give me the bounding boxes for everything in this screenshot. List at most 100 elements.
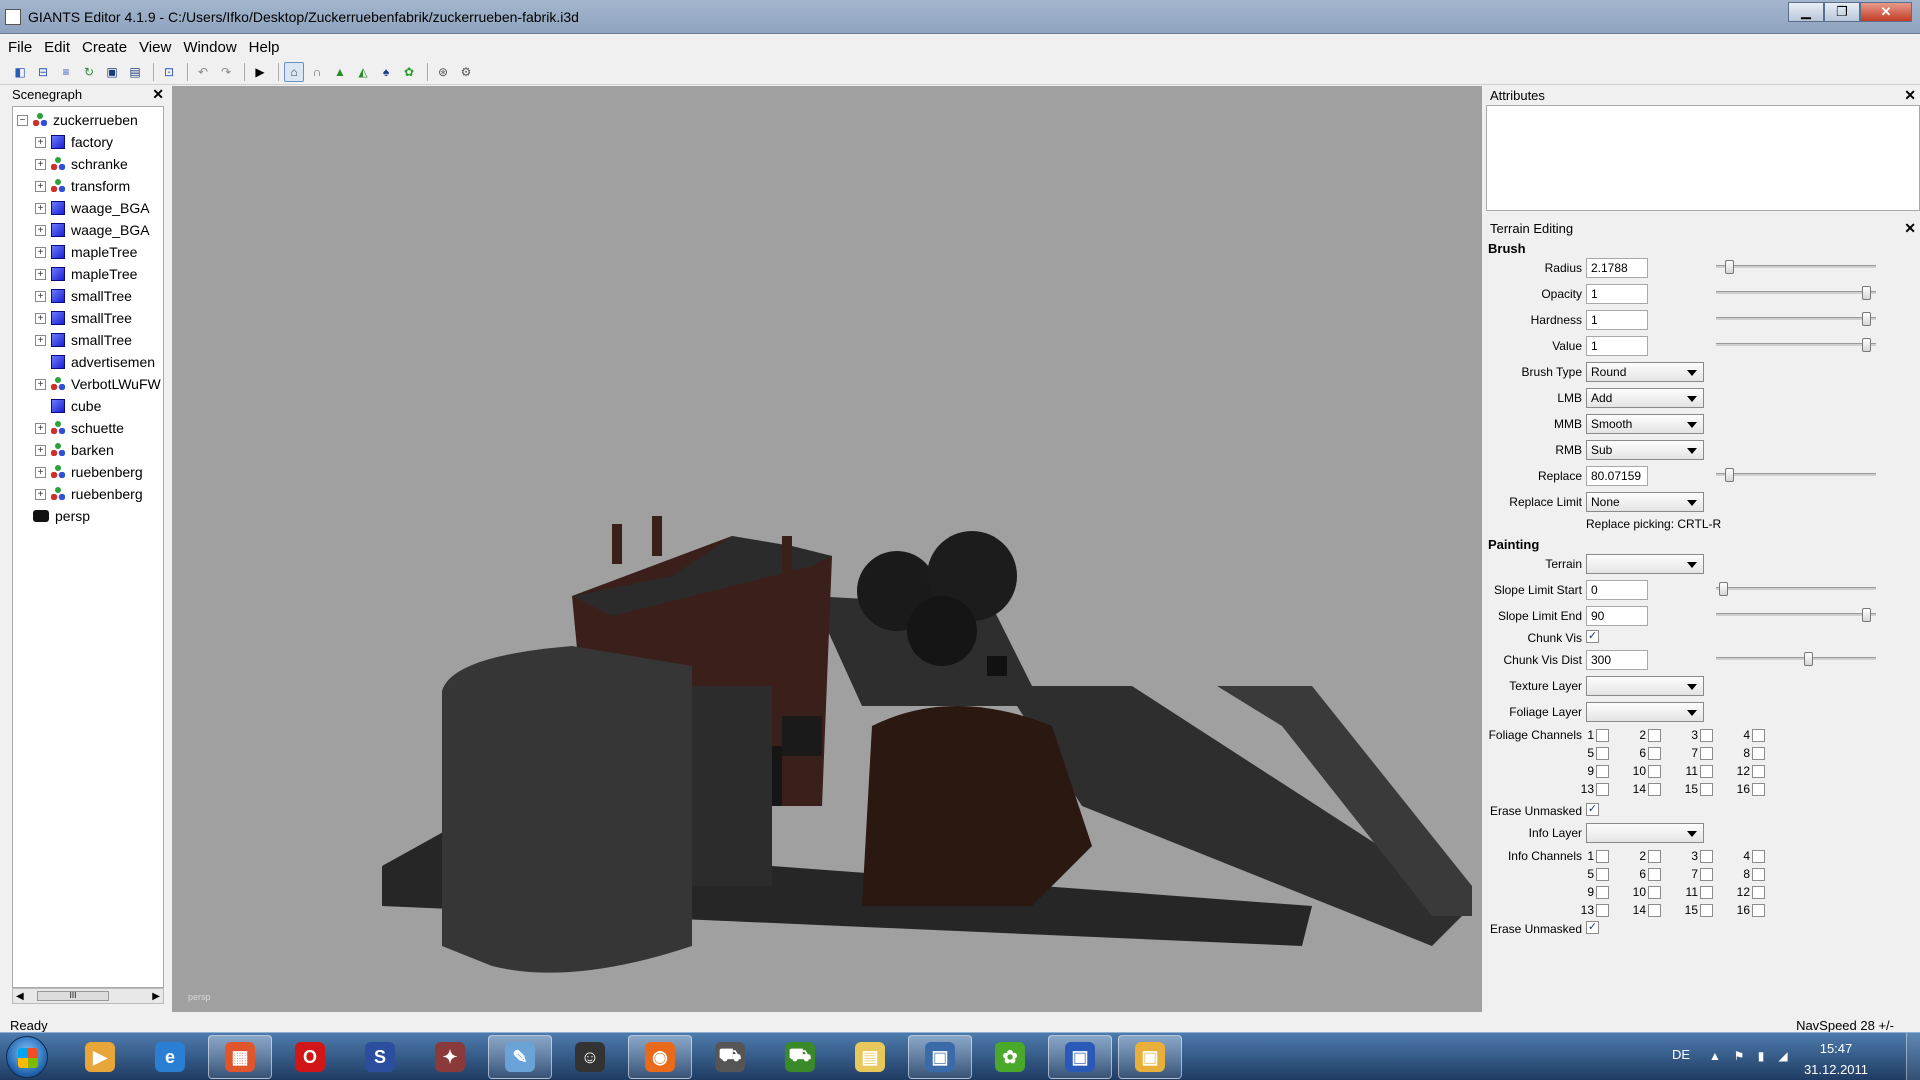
expand-icon[interactable]: + [35,180,46,192]
power-icon[interactable]: ▮ [1754,1049,1768,1063]
tree-item[interactable]: + schuette [35,417,124,439]
taskbar-app-button[interactable]: ▣ [908,1035,972,1079]
expand-icon[interactable]: + [35,488,46,500]
expand-icon[interactable]: + [35,334,46,346]
new-icon[interactable]: ◧ [10,62,30,82]
channel-checkbox[interactable] [1596,904,1609,917]
horizontal-scrollbar[interactable]: ◀ III ▶ [12,988,164,1004]
menu-window[interactable]: Window [183,39,236,56]
channel-checkbox[interactable] [1752,729,1765,742]
import-icon[interactable]: ≡ [56,62,76,82]
action-center-flag-icon[interactable]: ⚑ [1732,1049,1746,1063]
channel-checkbox[interactable] [1596,765,1609,778]
tree-item[interactable]: + waage_BGA [35,219,150,241]
scroll-thumb[interactable]: III [37,991,109,1001]
tree-item[interactable]: + transform [35,175,130,197]
tree-item[interactable]: + smallTree [35,307,132,329]
channel-checkbox[interactable] [1648,783,1661,796]
channel-checkbox[interactable] [1648,747,1661,760]
terrain-sculpt-icon[interactable]: ▲ [330,62,350,82]
reload-icon[interactable]: ↻ [79,62,99,82]
move-mode-icon[interactable]: ∩ [307,62,327,82]
taskbar-app-button[interactable]: ▣ [1118,1035,1182,1079]
redo-icon[interactable]: ↷ [216,62,236,82]
channel-checkbox[interactable] [1752,747,1765,760]
channel-checkbox[interactable] [1648,850,1661,863]
taskbar-app-button[interactable]: ▤ [838,1035,902,1079]
expand-icon[interactable]: + [35,158,46,170]
expand-icon[interactable]: + [35,312,46,324]
select-mode-icon[interactable]: ⌂ [284,61,304,82]
expand-icon[interactable]: + [35,136,46,148]
snap-icon[interactable]: ⊛ [433,62,453,82]
taskbar-app-button[interactable]: ◉ [628,1035,692,1079]
tree-item[interactable]: + VerbotLWuFW [35,373,161,395]
expand-icon[interactable]: + [35,466,46,478]
channel-checkbox[interactable] [1752,765,1765,778]
value-input[interactable]: 1 [1586,336,1648,356]
channel-checkbox[interactable] [1596,783,1609,796]
replace-input[interactable]: 80.07159 [1586,466,1648,486]
channel-checkbox[interactable] [1752,783,1765,796]
channel-checkbox[interactable] [1596,886,1609,899]
scenegraph-tree[interactable]: − zuckerrueben + factory + schranke + transform… [12,106,164,988]
channel-checkbox[interactable] [1596,729,1609,742]
show-desktop-button[interactable] [1906,1033,1920,1080]
language-indicator[interactable]: DE [1672,1047,1690,1062]
slope-limit-start-input[interactable]: 0 [1586,580,1648,600]
channel-checkbox[interactable] [1596,850,1609,863]
hardness-input[interactable]: 1 [1586,310,1648,330]
select-icon[interactable]: ⊡ [159,62,179,82]
close-icon[interactable]: ✕ [1904,87,1916,104]
close-button[interactable]: ✕ [1860,2,1912,22]
tree-item[interactable]: advertisemen [35,351,155,373]
expand-icon[interactable]: + [35,224,46,236]
brush-type-dropdown[interactable]: Round [1586,362,1704,382]
terrain-paint-icon[interactable]: ◭ [353,62,373,82]
close-icon[interactable]: ✕ [1904,220,1916,237]
undo-icon[interactable]: ↶ [193,62,213,82]
value-slider[interactable] [1716,338,1876,352]
3d-viewport[interactable]: persp [172,86,1482,1012]
info-layer-dropdown[interactable] [1586,823,1704,843]
tree-item[interactable]: persp [17,505,90,527]
tree-item[interactable]: − zuckerrueben [17,109,138,131]
taskbar-app-button[interactable]: ✦ [418,1035,482,1079]
menu-create[interactable]: Create [82,39,127,56]
slider-knob[interactable] [1719,582,1728,596]
mmb-dropdown[interactable]: Smooth [1586,414,1704,434]
channel-checkbox[interactable] [1648,886,1661,899]
close-icon[interactable]: ✕ [152,86,164,103]
tree-item[interactable]: + ruebenberg [35,461,143,483]
tree-item[interactable]: + mapleTree [35,263,137,285]
channel-checkbox[interactable] [1752,904,1765,917]
minimize-button[interactable]: ▁ [1788,2,1824,22]
save-icon[interactable]: ▣ [102,62,122,82]
taskbar-app-button[interactable]: ✎ [488,1035,552,1079]
slider-knob[interactable] [1725,260,1734,274]
channel-checkbox[interactable] [1648,904,1661,917]
channel-checkbox[interactable] [1700,747,1713,760]
channel-checkbox[interactable] [1596,747,1609,760]
taskbar-app-button[interactable]: ⛟ [698,1035,762,1079]
channel-checkbox[interactable] [1700,868,1713,881]
expand-icon[interactable]: + [35,378,46,390]
channel-checkbox[interactable] [1648,765,1661,778]
hardness-slider[interactable] [1716,312,1876,326]
taskbar-app-button[interactable]: e [138,1035,202,1079]
menu-help[interactable]: Help [249,39,280,56]
channel-checkbox[interactable] [1752,868,1765,881]
foliage-icon[interactable]: ✿ [399,62,419,82]
tree-item[interactable]: + barken [35,439,114,461]
channel-checkbox[interactable] [1700,765,1713,778]
slider-knob[interactable] [1725,468,1734,482]
taskbar-app-button[interactable]: ▣ [1048,1035,1112,1079]
taskbar-app-button[interactable]: ✿ [978,1035,1042,1079]
channel-checkbox[interactable] [1700,850,1713,863]
slider-knob[interactable] [1862,608,1871,622]
scroll-left-icon[interactable]: ◀ [16,991,24,1002]
clock-time[interactable]: 15:47 [1796,1041,1876,1056]
start-button[interactable] [6,1036,48,1078]
taskbar-app-button[interactable]: ▶ [68,1035,132,1079]
tree-item[interactable]: + factory [35,131,113,153]
